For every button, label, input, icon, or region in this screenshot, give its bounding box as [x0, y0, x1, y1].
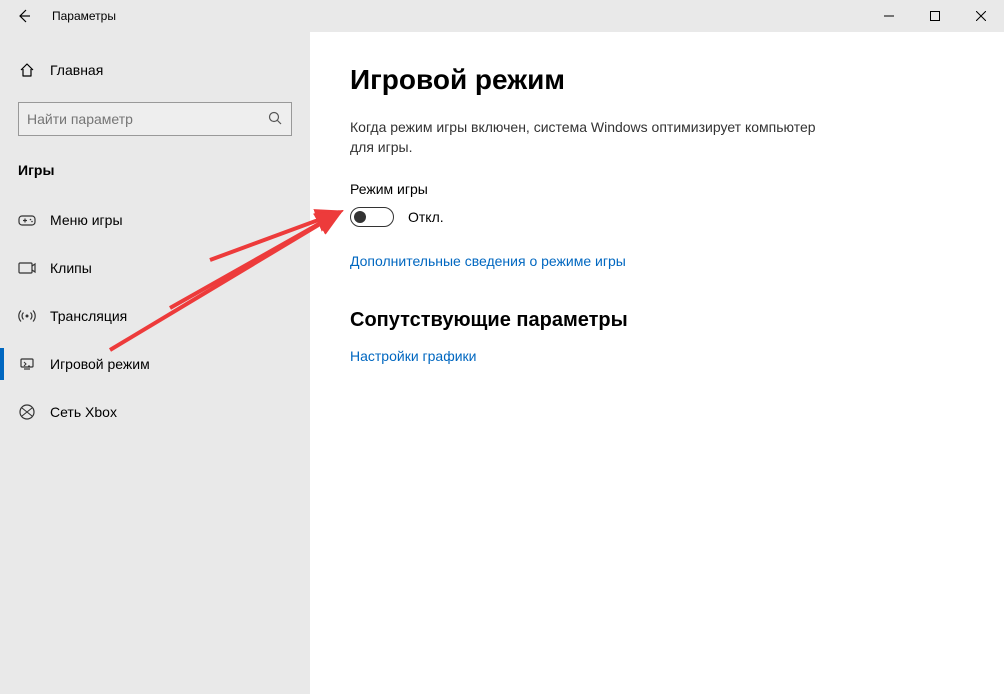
window-title: Параметры	[52, 9, 116, 23]
captures-icon	[18, 261, 36, 275]
close-button[interactable]	[958, 0, 1004, 32]
back-button[interactable]	[14, 6, 34, 26]
sidebar-item-label: Главная	[50, 62, 103, 78]
sidebar-section-heading: Игры	[0, 154, 310, 196]
sidebar-item-label: Клипы	[50, 260, 92, 276]
minimize-button[interactable]	[866, 0, 912, 32]
sidebar-item-broadcasting[interactable]: Трансляция	[0, 292, 310, 340]
game-mode-icon	[18, 356, 36, 372]
xbox-networking-icon	[18, 403, 36, 421]
search-input[interactable]	[27, 111, 267, 127]
titlebar: Параметры	[0, 0, 1004, 32]
content-area: Игровой режим Когда режим игры включен, …	[310, 32, 1004, 694]
sidebar: Главная Игры Меню игры Клипы	[0, 32, 310, 694]
toggle-state-text: Откл.	[408, 209, 444, 225]
toggle-knob	[354, 211, 366, 223]
sidebar-item-label: Меню игры	[50, 212, 123, 228]
page-title: Игровой режим	[350, 64, 964, 96]
sidebar-item-game-mode[interactable]: Игровой режим	[0, 340, 310, 388]
sidebar-item-label: Трансляция	[50, 308, 127, 324]
learn-more-link[interactable]: Дополнительные сведения о режиме игры	[350, 253, 626, 269]
page-description: Когда режим игры включен, система Window…	[350, 118, 830, 157]
graphics-settings-link[interactable]: Настройки графики	[350, 348, 477, 364]
home-icon	[18, 62, 36, 78]
sidebar-item-home[interactable]: Главная	[0, 50, 310, 90]
game-mode-toggle[interactable]	[350, 207, 394, 227]
sidebar-item-game-bar[interactable]: Меню игры	[0, 196, 310, 244]
sidebar-item-label: Игровой режим	[50, 356, 150, 372]
sidebar-item-label: Сеть Xbox	[50, 404, 117, 420]
sidebar-item-xbox-networking[interactable]: Сеть Xbox	[0, 388, 310, 436]
game-bar-icon	[18, 213, 36, 227]
sidebar-item-captures[interactable]: Клипы	[0, 244, 310, 292]
toggle-label: Режим игры	[350, 181, 964, 197]
search-box[interactable]	[18, 102, 292, 136]
maximize-button[interactable]	[912, 0, 958, 32]
related-heading: Сопутствующие параметры	[350, 309, 964, 332]
search-icon	[267, 110, 283, 129]
broadcasting-icon	[18, 308, 36, 324]
window-controls	[866, 0, 1004, 32]
